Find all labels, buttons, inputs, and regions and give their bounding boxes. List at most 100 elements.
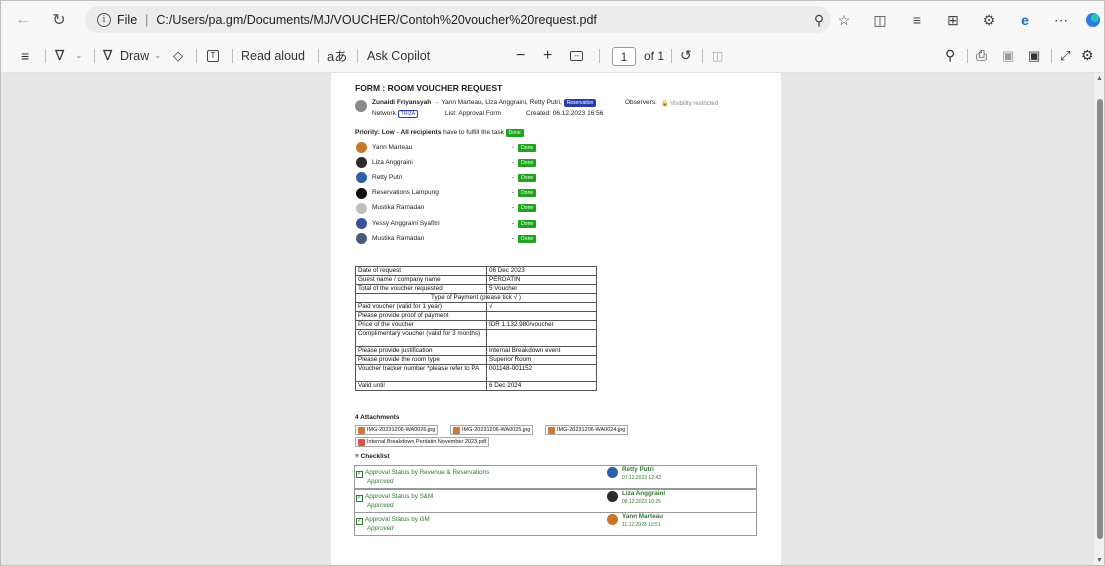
search-icon[interactable]: ⚲ — [945, 38, 955, 73]
save-icon[interactable]: ▣ — [1002, 38, 1014, 73]
edge-icon[interactable]: e — [1013, 7, 1037, 33]
page-number-input[interactable]: 1 — [612, 47, 636, 66]
task-assignee: Mustika Ramadan — [372, 204, 425, 212]
fullscreen-icon[interactable]: ⤢ — [1060, 38, 1070, 73]
table-row: Please provide justification Internal Bre… — [355, 346, 597, 356]
eraser-icon[interactable]: ◇ — [173, 38, 183, 73]
browser-window: ← ↻ i File | C:/Users/pa.gm/Documents/MJ… — [0, 0, 1105, 566]
table-cell-value — [486, 311, 597, 321]
task-avatar — [356, 187, 367, 199]
page-view-icon[interactable]: ◫ — [712, 38, 723, 73]
checklist-item[interactable]: ✓ Approval Status by S&M Approved Liza Angg… — [354, 488, 757, 513]
table-row: Valid until 6 Dec 2024 — [355, 381, 597, 391]
draw-button[interactable]: Draw — [120, 38, 149, 73]
task-assignee: Liza Anggraini — [372, 158, 413, 166]
done-badge: Done — [518, 143, 537, 152]
task-assignee: Reservations Lampung — [372, 189, 439, 197]
checkbox-checked-icon[interactable]: ✓ — [356, 471, 363, 478]
scroll-down-icon[interactable]: ▼ — [1096, 557, 1103, 564]
table-cell-label: Please provide proof of payment — [355, 311, 487, 321]
more-icon[interactable]: ⋯ — [1049, 7, 1073, 33]
collections-icon[interactable]: ⊞ — [941, 7, 965, 33]
favorites-list-icon[interactable]: ≡ — [905, 7, 929, 33]
url-bar[interactable]: i File | C:/Users/pa.gm/Documents/MJ/VOU… — [85, 6, 831, 33]
read-aloud-button[interactable]: Read aloud — [241, 38, 305, 73]
approver-name: Liza Anggraini — [622, 489, 666, 497]
table-row: Date of request 06 Dec 2023 — [355, 266, 597, 276]
table-cell-label: Type of Payment (please tick √ ) — [355, 293, 597, 303]
checklist-item-label: Approval Status by S&M — [365, 492, 434, 500]
done-badge: Done — [518, 173, 537, 182]
checkbox-checked-icon[interactable]: ✓ — [356, 494, 363, 502]
address-bar: ← ↻ i File | C:/Users/pa.gm/Documents/MJ… — [1, 1, 1104, 38]
form-title: FORM : ROOM VOUCHER REQUEST — [355, 83, 503, 93]
list-label: List: Approval Form — [445, 110, 501, 117]
table-cell-label: Valid until — [355, 381, 487, 391]
task-assignee: Mustika Ramadan — [372, 234, 425, 242]
table-row: Type of Payment (please tick √ ) — [355, 293, 597, 303]
contents-icon[interactable]: ≡ — [21, 38, 29, 73]
attachment-name: Internal Breakdown Perdatin November 202… — [367, 439, 487, 445]
scroll-up-icon[interactable]: ▲ — [1096, 75, 1103, 82]
attachment-file[interactable]: Internal Breakdown Perdatin November 202… — [355, 437, 490, 447]
highlight-icon[interactable]: ∇ — [55, 38, 64, 73]
table-cell-value: 06 Dec 2023 — [486, 266, 597, 276]
zoom-in-icon[interactable]: + — [543, 38, 552, 73]
checklist-item[interactable]: ✓ Approval Status by Revenue & Reservatio… — [354, 465, 757, 489]
task-avatar — [356, 202, 367, 214]
author-name: Zunaidi Friyansyah — [372, 99, 432, 106]
attachments-title: 4 Attachments — [355, 414, 400, 421]
table-cell-value: √ — [486, 302, 597, 312]
task-status: - Done — [512, 143, 537, 152]
attachment-file[interactable]: IMG-20231206-WA0026.jpg — [355, 425, 439, 435]
voucher-table: Date of request 06 Dec 2023 Guest name / c… — [355, 266, 597, 391]
task-status: - Done — [512, 173, 537, 182]
attachment-file[interactable]: IMG-20231206-WA0025.jpg — [450, 425, 534, 435]
draw-icon[interactable]: ∇ — [103, 38, 112, 73]
table-row: Total of the voucher requested 5 Voucher — [355, 284, 597, 294]
image-file-icon — [453, 426, 460, 434]
rotate-icon[interactable]: ↺ — [680, 38, 692, 73]
table-cell-label: Complimentary voucher (valid for 3 month… — [355, 329, 487, 347]
checklist-item-label: Approval Status by Revenue & Reservation… — [365, 469, 490, 476]
ask-copilot-button[interactable]: Ask Copilot — [367, 38, 430, 73]
approver-name: Yann Marteau — [622, 513, 663, 520]
vertical-scrollbar[interactable]: ▲ ▼ — [1094, 73, 1104, 565]
attachment-file[interactable]: IMG-20231206-WA0024.jpg — [545, 425, 629, 435]
draw-chevron-icon[interactable]: ⌄ — [154, 38, 162, 73]
back-icon[interactable]: ← — [9, 6, 37, 34]
approval-date: 08.12.2023 16:25 — [622, 498, 661, 505]
text-box-icon[interactable]: T — [207, 38, 219, 73]
task-avatar — [356, 157, 367, 169]
checklist-item[interactable]: ✓ Approval Status by GM Approved Yann Marte… — [354, 512, 757, 536]
checkbox-checked-icon[interactable]: ✓ — [356, 518, 363, 525]
url-text: C:/Users/pa.gm/Documents/MJ/VOUCHER/Cont… — [156, 12, 597, 27]
print-icon[interactable]: ⎙ — [976, 38, 987, 73]
task-status: - Done — [512, 234, 537, 243]
fit-page-icon[interactable]: ↔ — [570, 38, 583, 73]
checklist-item-label: Approval Status by GM — [365, 516, 430, 523]
settings-icon[interactable]: ⚙ — [1081, 38, 1094, 73]
pdf-toolbar: ≡ ∇ ⌄ ∇ Draw ⌄ ◇ T Read aloud aあ Ask Cop… — [1, 38, 1104, 73]
zoom-icon[interactable]: ⚲ — [807, 7, 831, 33]
task-assignee: Yann Marteau — [372, 143, 413, 151]
approval-status: Approved — [367, 478, 394, 485]
split-screen-icon[interactable]: ◫ — [868, 7, 892, 33]
translate-icon[interactable]: aあ — [327, 38, 347, 73]
copilot-icon[interactable] — [1081, 7, 1104, 33]
extensions-icon[interactable]: ⚙ — [977, 7, 1001, 33]
favorite-icon[interactable]: ☆ — [832, 7, 856, 33]
save-as-icon[interactable]: ▣ — [1028, 38, 1040, 73]
visibility-text: Visibility restricted — [670, 101, 719, 107]
highlight-chevron-icon[interactable]: ⌄ — [75, 38, 83, 73]
refresh-icon[interactable]: ↻ — [45, 6, 73, 34]
scrollbar-thumb[interactable] — [1097, 99, 1103, 539]
info-icon[interactable]: i — [97, 12, 111, 27]
zoom-out-icon[interactable]: − — [516, 38, 525, 73]
checklist-title: Checklist — [360, 453, 390, 460]
page-total: of 1 — [644, 48, 665, 63]
author-avatar — [355, 100, 367, 112]
task-status: - Done — [512, 158, 537, 167]
network-label: Network — [372, 110, 396, 117]
table-cell-value: Superior Room — [486, 355, 597, 365]
